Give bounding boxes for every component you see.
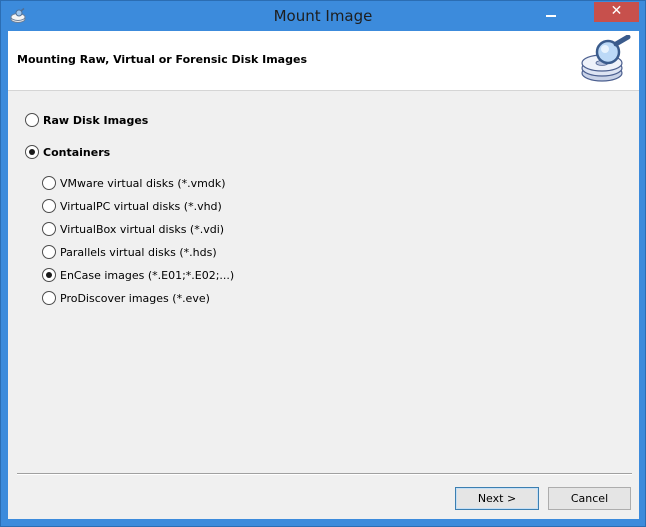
container-type-vdi[interactable]: VirtualBox virtual disks (*.vdi) [42,221,224,237]
container-type-vdi-label: VirtualBox virtual disks (*.vdi) [60,222,225,236]
container-type-vhd[interactable]: VirtualPC virtual disks (*.vhd) [42,198,222,214]
wizard-header: Mounting Raw, Virtual or Forensic Disk I… [8,31,639,91]
close-button[interactable]: ✕ [594,2,639,22]
container-type-vmdk-label: VMware virtual disks (*.vmdk) [60,176,226,190]
container-type-e01-label: EnCase images (*.E01;*.E02;...) [60,268,235,282]
containers-option[interactable]: Containers [25,144,110,160]
dialog-client-area: Mounting Raw, Virtual or Forensic Disk I… [8,31,639,519]
container-type-vhd-label: VirtualPC virtual disks (*.vhd) [60,199,222,213]
container-type-eve-label: ProDiscover images (*.eve) [60,291,210,305]
containers-label: Containers [43,145,111,159]
container-type-hds-label: Parallels virtual disks (*.hds) [60,245,217,259]
magnifier-disk-icon [581,35,631,82]
containers-radio[interactable] [25,145,39,159]
minimize-button[interactable] [542,3,560,23]
page-title: Mounting Raw, Virtual or Forensic Disk I… [17,53,307,66]
container-type-vhd-radio[interactable] [42,199,56,213]
container-type-e01[interactable]: EnCase images (*.E01;*.E02;...) [42,267,234,283]
title-bar[interactable]: Mount Image ✕ [1,1,645,31]
cancel-button[interactable]: Cancel [548,487,631,510]
container-type-eve[interactable]: ProDiscover images (*.eve) [42,290,210,306]
mount-image-window: Mount Image ✕ Mounting Raw, Virtual or F… [0,0,646,527]
container-type-hds-radio[interactable] [42,245,56,259]
next-button[interactable]: Next > [455,487,539,510]
footer-separator [17,473,632,475]
container-type-e01-radio[interactable] [42,268,56,282]
container-type-vmdk-radio[interactable] [42,176,56,190]
container-type-vdi-radio[interactable] [42,222,56,236]
container-type-hds[interactable]: Parallels virtual disks (*.hds) [42,244,217,260]
container-type-vmdk[interactable]: VMware virtual disks (*.vmdk) [42,175,226,191]
container-type-eve-radio[interactable] [42,291,56,305]
raw-disk-images-option[interactable]: Raw Disk Images [25,112,148,128]
raw-disk-images-label: Raw Disk Images [43,113,149,127]
raw-disk-images-radio[interactable] [25,113,39,127]
